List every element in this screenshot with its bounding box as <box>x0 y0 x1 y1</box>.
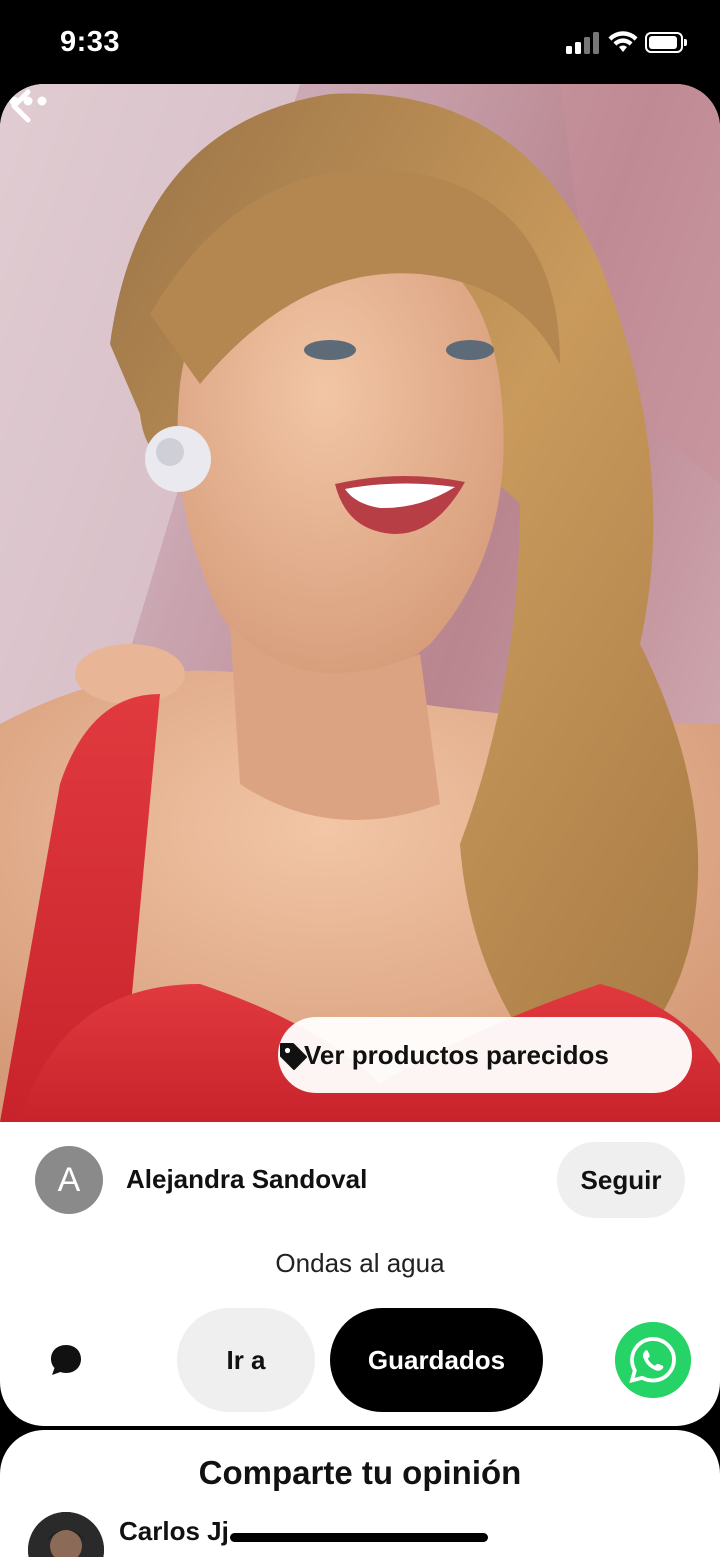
similar-products-label: Ver productos parecidos <box>304 1039 609 1070</box>
follow-button[interactable]: Seguir <box>557 1142 685 1218</box>
author-avatar[interactable]: A <box>35 1146 103 1214</box>
battery-icon <box>645 32 687 53</box>
pin-photo <box>0 84 720 1122</box>
pin-card: Ver productos parecidos A Alejandra Sand… <box>0 84 720 1426</box>
commenter-avatar[interactable] <box>28 1512 104 1557</box>
go-to-button[interactable]: Ir a <box>177 1308 315 1412</box>
status-time: 9:33 <box>60 26 121 58</box>
wifi-icon <box>608 31 638 52</box>
status-bar: 9:33 <box>0 0 720 84</box>
pin-image[interactable]: Ver productos parecidos <box>0 84 720 1122</box>
author-row: A Alejandra Sandoval Seguir <box>0 1142 720 1218</box>
signal-icon <box>566 32 600 54</box>
whatsapp-share-icon[interactable] <box>615 1322 691 1398</box>
home-indicator <box>230 1533 488 1542</box>
comments-heading: Comparte tu opinión <box>198 1454 522 1491</box>
author-name[interactable]: Alejandra Sandoval <box>126 1164 367 1195</box>
pin-title: Ondas al agua <box>275 1248 445 1278</box>
tag-icon <box>280 1043 307 1070</box>
saved-button[interactable]: Guardados <box>330 1308 543 1412</box>
action-row: Ir a Guardados <box>0 1308 720 1412</box>
similar-products-button[interactable]: Ver productos parecidos <box>278 1017 692 1093</box>
commenter-name[interactable]: Carlos Jj <box>119 1516 229 1547</box>
commenter-photo <box>28 1512 104 1557</box>
more-options-icon[interactable] <box>0 84 56 118</box>
comment-icon[interactable] <box>48 1342 84 1378</box>
